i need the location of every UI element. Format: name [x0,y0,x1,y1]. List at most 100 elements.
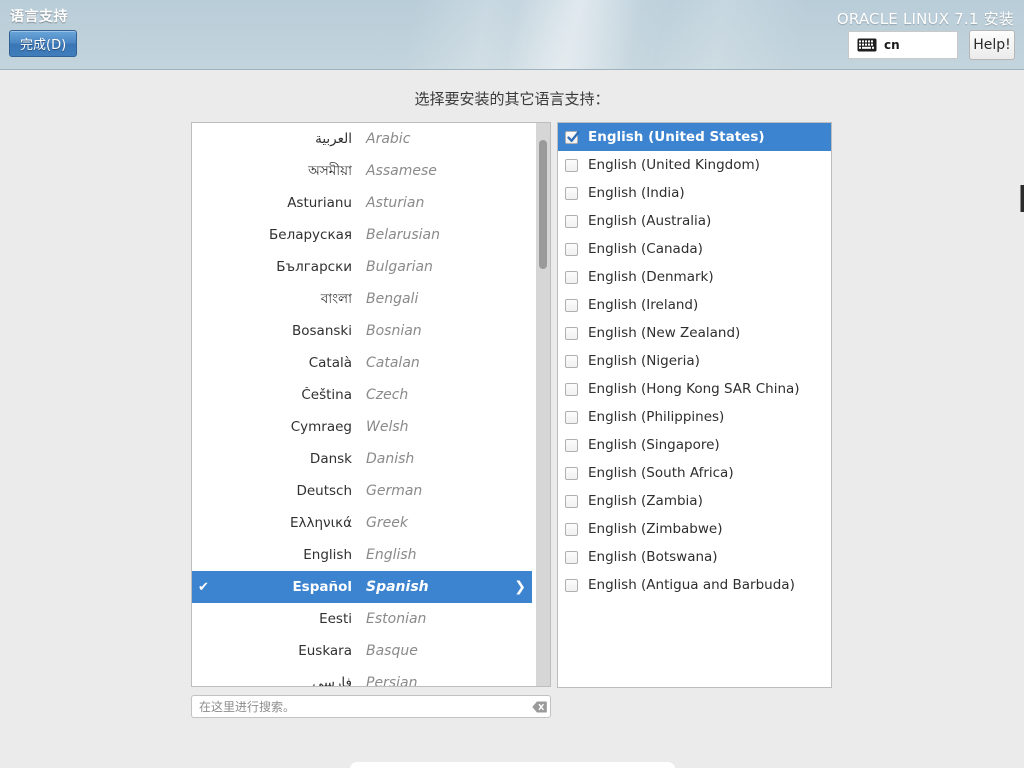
language-row[interactable]: ✔ΕλληνικάGreek❯ [192,507,532,539]
locale-label: English (United Kingdom) [588,157,760,173]
language-row[interactable]: ✔ČeštinaCzech❯ [192,379,532,411]
chevron-right-icon: ❯ [514,579,526,595]
language-row[interactable]: ✔ Español Spanish ❯ [192,571,532,603]
locale-row[interactable]: English (United States) [558,123,831,151]
locale-checkbox[interactable] [565,186,578,200]
locale-row[interactable]: English (India) [558,179,831,207]
locale-row[interactable]: English (Australia) [558,207,831,235]
locale-row[interactable]: English (Denmark) [558,263,831,291]
language-english-name: Assamese [366,163,437,179]
locale-checkbox[interactable] [565,466,578,480]
keyboard-icon [857,38,877,52]
language-english-name: Spanish [366,579,429,595]
locale-label: English (Zambia) [588,493,703,509]
language-row[interactable]: ✔অসমীয়াAssamese❯ [192,155,532,187]
page-title: 语言支持 [10,9,68,25]
language-english-name: Catalan [366,355,420,371]
language-row[interactable]: ✔DeutschGerman❯ [192,475,532,507]
locale-row[interactable]: English (Philippines) [558,403,831,431]
locale-label: English (Hong Kong SAR China) [588,381,800,397]
language-row[interactable]: ✔CatalàCatalan❯ [192,347,532,379]
language-english-name: English [366,547,417,563]
language-native-name: Dansk [309,451,352,467]
locale-checkbox[interactable] [565,326,578,340]
language-native-name: Čeština [301,387,352,403]
language-row[interactable]: ✔EestiEstonian❯ [192,603,532,635]
language-row[interactable]: ✔BosanskiBosnian❯ [192,315,532,347]
locale-list[interactable]: English (United States) English (United K… [557,122,832,688]
locale-checkbox[interactable] [565,214,578,228]
language-row[interactable]: ✔فارسیPersian❯ [192,667,532,687]
locale-checkbox[interactable] [565,494,578,508]
language-english-name: Bosnian [366,323,422,339]
locale-row[interactable]: English (Zambia) [558,487,831,515]
locale-checkbox[interactable] [565,438,578,452]
locale-checkbox[interactable] [565,298,578,312]
language-row[interactable]: ✔বাংলাBengali❯ [192,283,532,315]
locale-checkbox[interactable] [565,550,578,564]
language-english-name: Estonian [366,611,427,627]
locale-label: English (Ireland) [588,297,699,313]
locale-row[interactable]: English (Antigua and Barbuda) [558,571,831,599]
locale-checkbox[interactable] [565,130,580,144]
language-row[interactable]: ✔БългарскиBulgarian❯ [192,251,532,283]
locale-row[interactable]: English (South Africa) [558,459,831,487]
language-native-name: Ελληνικά [289,515,352,531]
language-native-name: Cymraeg [290,419,352,435]
language-row[interactable]: ✔DanskDanish❯ [192,443,532,475]
language-list-scrollbar[interactable] [536,123,550,686]
locale-label: English (Nigeria) [588,353,700,369]
locale-checkbox[interactable] [565,354,578,368]
locale-checkbox[interactable] [565,158,578,172]
locale-row[interactable]: English (New Zealand) [558,319,831,347]
language-native-name: English [303,547,352,563]
locale-row[interactable]: English (Hong Kong SAR China) [558,375,831,403]
locale-row[interactable]: English (Botswana) [558,543,831,571]
language-native-name: Español [292,579,352,595]
language-native-name: বাংলা [320,290,352,307]
search-input[interactable]: 在这里进行搜索。 [191,695,551,718]
language-list[interactable]: ✔العربيةArabic❯✔অসমীয়াAssamese❯✔Asturia… [191,122,551,687]
locale-row[interactable]: English (Ireland) [558,291,831,319]
language-native-name: Deutsch [296,483,352,499]
locale-checkbox[interactable] [565,382,578,396]
header-sheen-decoration [465,0,795,69]
keyboard-layout-indicator[interactable]: cn [848,31,958,59]
locale-row[interactable]: English (United Kingdom) [558,151,831,179]
language-row[interactable]: ✔CymraegWelsh❯ [192,411,532,443]
locale-row[interactable]: English (Canada) [558,235,831,263]
locale-label: English (India) [588,185,685,201]
locale-label: English (New Zealand) [588,325,741,341]
locale-checkbox[interactable] [565,242,578,256]
locale-row[interactable]: English (Zimbabwe) [558,515,831,543]
locale-checkbox[interactable] [565,522,578,536]
locale-checkbox[interactable] [565,270,578,284]
help-button[interactable]: Help! [969,30,1015,60]
language-native-name: Eesti [319,611,352,627]
language-english-name: Persian [366,675,418,687]
search-input-text[interactable]: 在这里进行搜索。 [192,698,528,715]
language-row[interactable]: ✔EuskaraBasque❯ [192,635,532,667]
language-row[interactable]: ✔AsturianuAsturian❯ [192,187,532,219]
locale-label: English (Zimbabwe) [588,521,723,537]
language-row[interactable]: ✔العربيةArabic❯ [192,123,532,155]
language-row[interactable]: ✔EnglishEnglish❯ [192,539,532,571]
locale-label: English (Canada) [588,241,703,257]
language-native-name: Беларуская [269,227,352,243]
locale-checkbox[interactable] [565,578,578,592]
search-clear-button[interactable] [528,701,550,713]
language-english-name: German [366,483,423,499]
keyboard-layout-label: cn [884,38,900,52]
locale-checkbox[interactable] [565,410,578,424]
language-native-name: Euskara [298,643,352,659]
installer-header: 语言支持 完成(D) ORACLE LINUX 7.1 安装 cn Help! [0,0,1024,70]
locale-row[interactable]: English (Singapore) [558,431,831,459]
language-row[interactable]: ✔БеларускаяBelarusian❯ [192,219,532,251]
locale-label: English (Antigua and Barbuda) [588,577,795,593]
done-button[interactable]: 完成(D) [9,30,78,57]
language-english-name: Belarusian [366,227,440,243]
locale-row[interactable]: English (Nigeria) [558,347,831,375]
language-list-scroll-thumb[interactable] [539,140,547,269]
language-native-name: অসমীয়া [308,162,352,179]
language-native-name: Български [276,259,352,275]
